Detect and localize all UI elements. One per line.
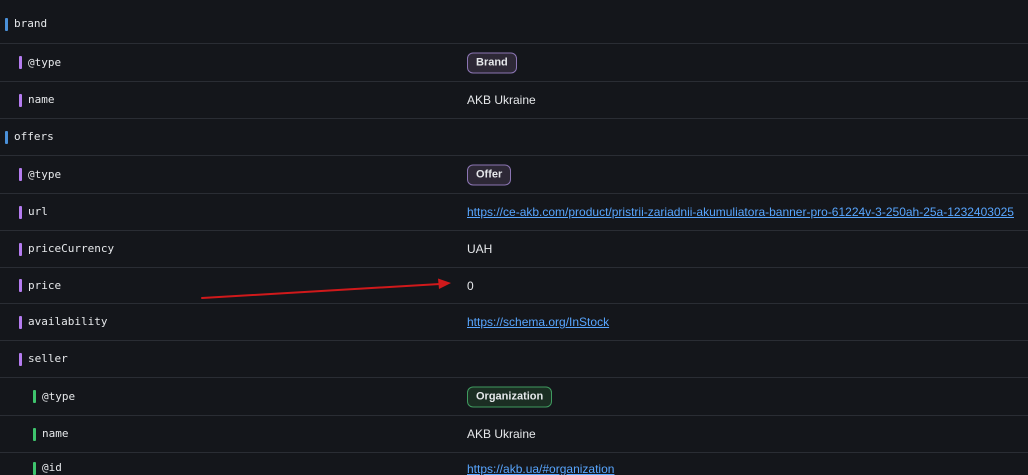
type-badge: Organization bbox=[467, 386, 553, 407]
tree-key: url bbox=[19, 205, 48, 219]
key-label: brand bbox=[14, 17, 48, 30]
type-badge: Brand bbox=[467, 52, 517, 73]
level-indicator bbox=[19, 56, 22, 69]
level-indicator bbox=[19, 168, 22, 181]
key-label: name bbox=[28, 93, 55, 106]
tree-row-name[interactable]: name AKB Ukraine bbox=[0, 415, 1028, 452]
key-label: url bbox=[28, 205, 48, 218]
tree-row-name[interactable]: name AKB Ukraine bbox=[0, 81, 1028, 118]
level-indicator bbox=[19, 352, 22, 366]
tree-key: brand bbox=[5, 17, 47, 31]
level-indicator bbox=[5, 17, 8, 31]
url-link[interactable]: https://ce-akb.com/product/pristrii-zari… bbox=[467, 205, 1014, 219]
tree-row-type[interactable]: @type Organization bbox=[0, 377, 1028, 415]
key-label: priceCurrency bbox=[28, 242, 115, 255]
key-label: offers bbox=[14, 130, 54, 143]
tree-value: 0 bbox=[467, 278, 474, 293]
tree-value: AKB Ukraine bbox=[467, 427, 536, 441]
tree-row-type[interactable]: @type Brand bbox=[0, 43, 1028, 81]
key-label: name bbox=[42, 427, 69, 440]
tree-key: price bbox=[19, 279, 61, 293]
key-label: availability bbox=[28, 315, 108, 328]
level-indicator bbox=[33, 390, 36, 403]
tree-value: https://akb.ua/#organization bbox=[467, 462, 614, 475]
id-link[interactable]: https://akb.ua/#organization bbox=[467, 462, 614, 475]
type-badge: Offer bbox=[467, 164, 512, 185]
level-indicator bbox=[19, 205, 22, 219]
key-label: @type bbox=[28, 55, 62, 69]
tree-row-url[interactable]: url https://ce-akb.com/product/pristrii-… bbox=[0, 193, 1028, 230]
level-indicator bbox=[19, 242, 22, 256]
tree-value: https://schema.org/InStock bbox=[467, 315, 609, 329]
tree-value: Organization bbox=[467, 386, 553, 407]
availability-link[interactable]: https://schema.org/InStock bbox=[467, 315, 609, 329]
tree-row-brand[interactable]: brand bbox=[0, 5, 1028, 43]
tree-key: @type bbox=[19, 168, 61, 182]
tree-key: name bbox=[33, 427, 69, 441]
tree-key: @id bbox=[33, 461, 62, 475]
tree-row-price[interactable]: price 0 bbox=[0, 267, 1028, 303]
tree-value: UAH bbox=[467, 242, 493, 256]
key-label: @type bbox=[28, 167, 62, 181]
key-label: @type bbox=[42, 389, 76, 403]
key-label: seller bbox=[28, 352, 68, 365]
tree-value: https://ce-akb.com/product/pristrii-zari… bbox=[467, 205, 1014, 219]
key-label: price bbox=[28, 278, 62, 292]
level-indicator bbox=[5, 130, 8, 144]
key-label: @id bbox=[42, 461, 62, 474]
tree-key: priceCurrency bbox=[19, 242, 114, 256]
tree-key: @type bbox=[19, 56, 61, 70]
tree-key: @type bbox=[33, 390, 75, 404]
tree-row-id[interactable]: @id https://akb.ua/#organization bbox=[0, 452, 1028, 475]
tree-row-seller[interactable]: seller bbox=[0, 340, 1028, 377]
tree-key: availability bbox=[19, 315, 107, 329]
level-indicator bbox=[33, 461, 36, 475]
tree-key: name bbox=[19, 93, 55, 107]
structured-data-tree: brand @type Brand name AKB Ukraine offer… bbox=[0, 0, 1028, 475]
level-indicator bbox=[19, 315, 22, 329]
tree-row-offers[interactable]: offers bbox=[0, 118, 1028, 155]
level-indicator bbox=[33, 427, 36, 441]
tree-key: seller bbox=[19, 352, 68, 366]
tree-value: Brand bbox=[467, 52, 517, 73]
tree-value: AKB Ukraine bbox=[467, 93, 536, 107]
tree-value: Offer bbox=[467, 164, 512, 185]
tree-row-price-currency[interactable]: priceCurrency UAH bbox=[0, 230, 1028, 267]
tree-row-availability[interactable]: availability https://schema.org/InStock bbox=[0, 303, 1028, 340]
level-indicator bbox=[19, 279, 22, 292]
tree-key: offers bbox=[5, 130, 54, 144]
tree-row-type[interactable]: @type Offer bbox=[0, 155, 1028, 193]
level-indicator bbox=[19, 93, 22, 107]
